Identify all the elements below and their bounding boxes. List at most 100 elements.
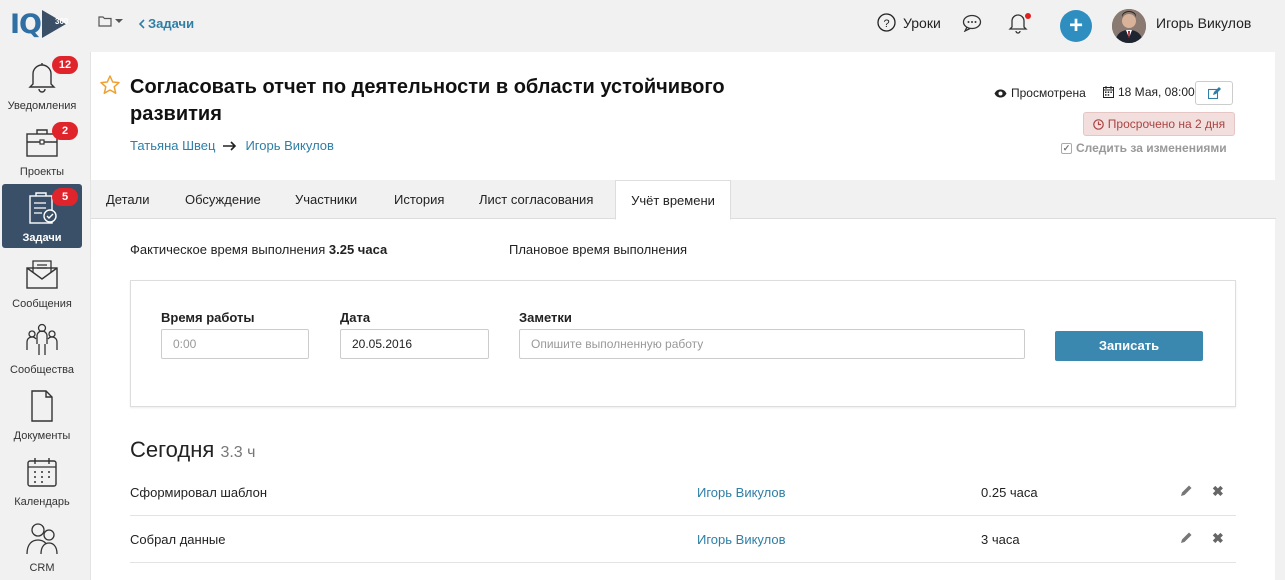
sidebar-item-crm[interactable]: CRM — [2, 514, 82, 578]
actual-time-label: Фактическое время выполнения — [130, 242, 326, 257]
sidebar-item-communities[interactable]: Сообщества — [2, 316, 82, 380]
sidebar-item-notifications[interactable]: 12 Уведомления — [2, 52, 82, 116]
envelope-icon — [26, 260, 58, 289]
checkbox-icon: ✓ — [1061, 142, 1072, 154]
tab-discussion[interactable]: Обсуждение — [185, 180, 261, 219]
table-row: Собрал данные Игорь Викулов 3 часа ✖ — [130, 516, 1236, 563]
avatar[interactable] — [1112, 9, 1146, 43]
today-section-heading: Сегодня 3.3 ч — [130, 437, 255, 463]
viewed-label: Просмотрена — [1011, 86, 1086, 100]
work-time-input[interactable]: 0:00 — [161, 329, 309, 359]
close-icon[interactable]: ✖ — [1212, 530, 1224, 547]
date-label: Дата — [340, 310, 371, 325]
tasks-badge: 5 — [52, 188, 78, 206]
entry-description: Сформировал шаблон — [130, 485, 268, 500]
sidebar-item-label: Уведомления — [7, 100, 77, 112]
logo[interactable]: IQ 300 — [10, 8, 69, 40]
follow-label: Следить за изменениями — [1076, 141, 1227, 155]
sidebar-item-label: CRM — [29, 562, 55, 574]
tab-approval-sheet[interactable]: Лист согласования — [479, 180, 593, 219]
notes-label: Заметки — [519, 310, 572, 325]
page-title: Согласовать отчет по деятельности в обла… — [130, 76, 725, 125]
create-button[interactable]: + — [1060, 10, 1092, 42]
logo-text: IQ — [10, 8, 42, 40]
close-icon[interactable]: ✖ — [1212, 483, 1224, 500]
chat-icon[interactable] — [962, 14, 982, 32]
user-name[interactable]: Игорь Викулов — [1156, 15, 1251, 31]
planned-time-label: Плановое время выполнения — [509, 242, 688, 257]
sidebar-item-label: Сообщения — [12, 298, 72, 310]
entry-description: Собрал данные — [130, 532, 226, 547]
overdue-badge: Просрочено на 2 дня — [1083, 112, 1235, 136]
today-title: Сегодня — [130, 437, 215, 462]
tab-time-tracking[interactable]: Учёт времени — [615, 180, 731, 220]
crm-icon — [26, 523, 58, 555]
notification-dot — [1025, 13, 1031, 19]
entry-user-link[interactable]: Игорь Викулов — [697, 485, 786, 500]
tab-participants[interactable]: Участники — [295, 180, 357, 219]
sidebar-item-calendar[interactable]: Календарь — [2, 448, 82, 512]
community-icon — [26, 323, 58, 355]
sidebar-item-label: Документы — [13, 430, 71, 442]
sidebar-item-label: Задачи — [22, 232, 62, 244]
sidebar-item-documents[interactable]: Документы — [2, 382, 82, 446]
document-icon — [31, 390, 53, 422]
sidebar-item-projects[interactable]: 2 Проекты — [2, 118, 82, 182]
deadline-label: 18 Мая, 08:00 — [1118, 85, 1195, 99]
top-bar: IQ 300 Задачи ? Уроки + Игорь Викулов — [0, 0, 1285, 50]
task-panel: Согласовать отчет по деятельности в обла… — [90, 52, 1276, 580]
table-row: Сформировал шаблон Игорь Викулов 0.25 ча… — [130, 469, 1236, 516]
date-input[interactable]: 20.05.2016 — [340, 329, 489, 359]
calendar-icon — [1103, 86, 1114, 98]
chevron-left-icon — [138, 18, 145, 29]
work-time-label: Время работы — [161, 310, 255, 325]
deadline-date: 18 Мая, 08:00 — [1103, 85, 1195, 99]
sidebar: 12 Уведомления 2 Проекты 5 Задачи Сообще… — [0, 50, 84, 580]
sidebar-item-label: Проекты — [19, 166, 65, 178]
follow-changes-checkbox[interactable]: ✓ Следить за изменениями — [1061, 141, 1227, 155]
sidebar-item-messages[interactable]: Сообщения — [2, 250, 82, 314]
user-photo-icon — [1112, 9, 1146, 43]
star-icon[interactable] — [99, 74, 121, 96]
assignee-link[interactable]: Игорь Викулов — [245, 138, 334, 153]
tab-history[interactable]: История — [394, 180, 444, 219]
back-link-label: Задачи — [148, 16, 195, 31]
projects-badge: 2 — [52, 122, 78, 140]
pencil-icon[interactable] — [1180, 484, 1193, 497]
viewed-status: Просмотрена — [994, 86, 1086, 100]
caret-down-icon — [115, 19, 123, 23]
folder-menu-button[interactable] — [98, 15, 123, 27]
calendar-icon — [27, 458, 57, 487]
author-link[interactable]: Татьяна Швец — [130, 138, 215, 153]
svg-text:?: ? — [883, 18, 889, 30]
notes-input[interactable]: Опишите выполненную работу — [519, 329, 1025, 359]
notifications-badge: 12 — [52, 56, 78, 74]
today-hours: 3.3 ч — [220, 444, 256, 461]
back-to-tasks-link[interactable]: Задачи — [138, 16, 194, 31]
entry-duration: 0.25 часа — [981, 485, 1038, 500]
actual-time-value: 3.25 часа — [328, 242, 388, 257]
sidebar-item-label: Сообщества — [10, 364, 74, 376]
time-entry-form: Время работы 0:00 Дата 20.05.2016 Заметк… — [130, 280, 1236, 407]
lessons-label: Уроки — [903, 14, 941, 31]
entry-user-link[interactable]: Игорь Викулов — [697, 532, 786, 547]
edit-task-button[interactable] — [1195, 81, 1233, 105]
tab-details[interactable]: Детали — [106, 180, 150, 219]
overdue-label: Просрочено на 2 дня — [1107, 117, 1226, 131]
arrow-right-icon — [223, 140, 237, 151]
lessons-link[interactable]: ? Уроки — [877, 13, 941, 32]
pencil-icon[interactable] — [1180, 531, 1193, 544]
task-assignment: Татьяна Швец Игорь Викулов — [130, 138, 334, 153]
sidebar-item-label: Календарь — [14, 496, 70, 508]
eye-icon — [994, 89, 1007, 97]
clock-icon — [1092, 118, 1104, 130]
entry-duration: 3 часа — [981, 532, 1020, 547]
folder-icon — [98, 16, 112, 27]
tab-bar: Детали Обсуждение Участники История Лист… — [91, 180, 1276, 220]
edit-icon — [1207, 87, 1221, 99]
help-circle-icon: ? — [877, 13, 896, 32]
logo-number: 300 — [55, 17, 69, 26]
submit-time-button[interactable]: Записать — [1055, 331, 1203, 361]
sidebar-item-tasks[interactable]: 5 Задачи — [2, 184, 82, 248]
actual-time: Фактическое время выполнения 3.25 часа — [130, 242, 387, 257]
